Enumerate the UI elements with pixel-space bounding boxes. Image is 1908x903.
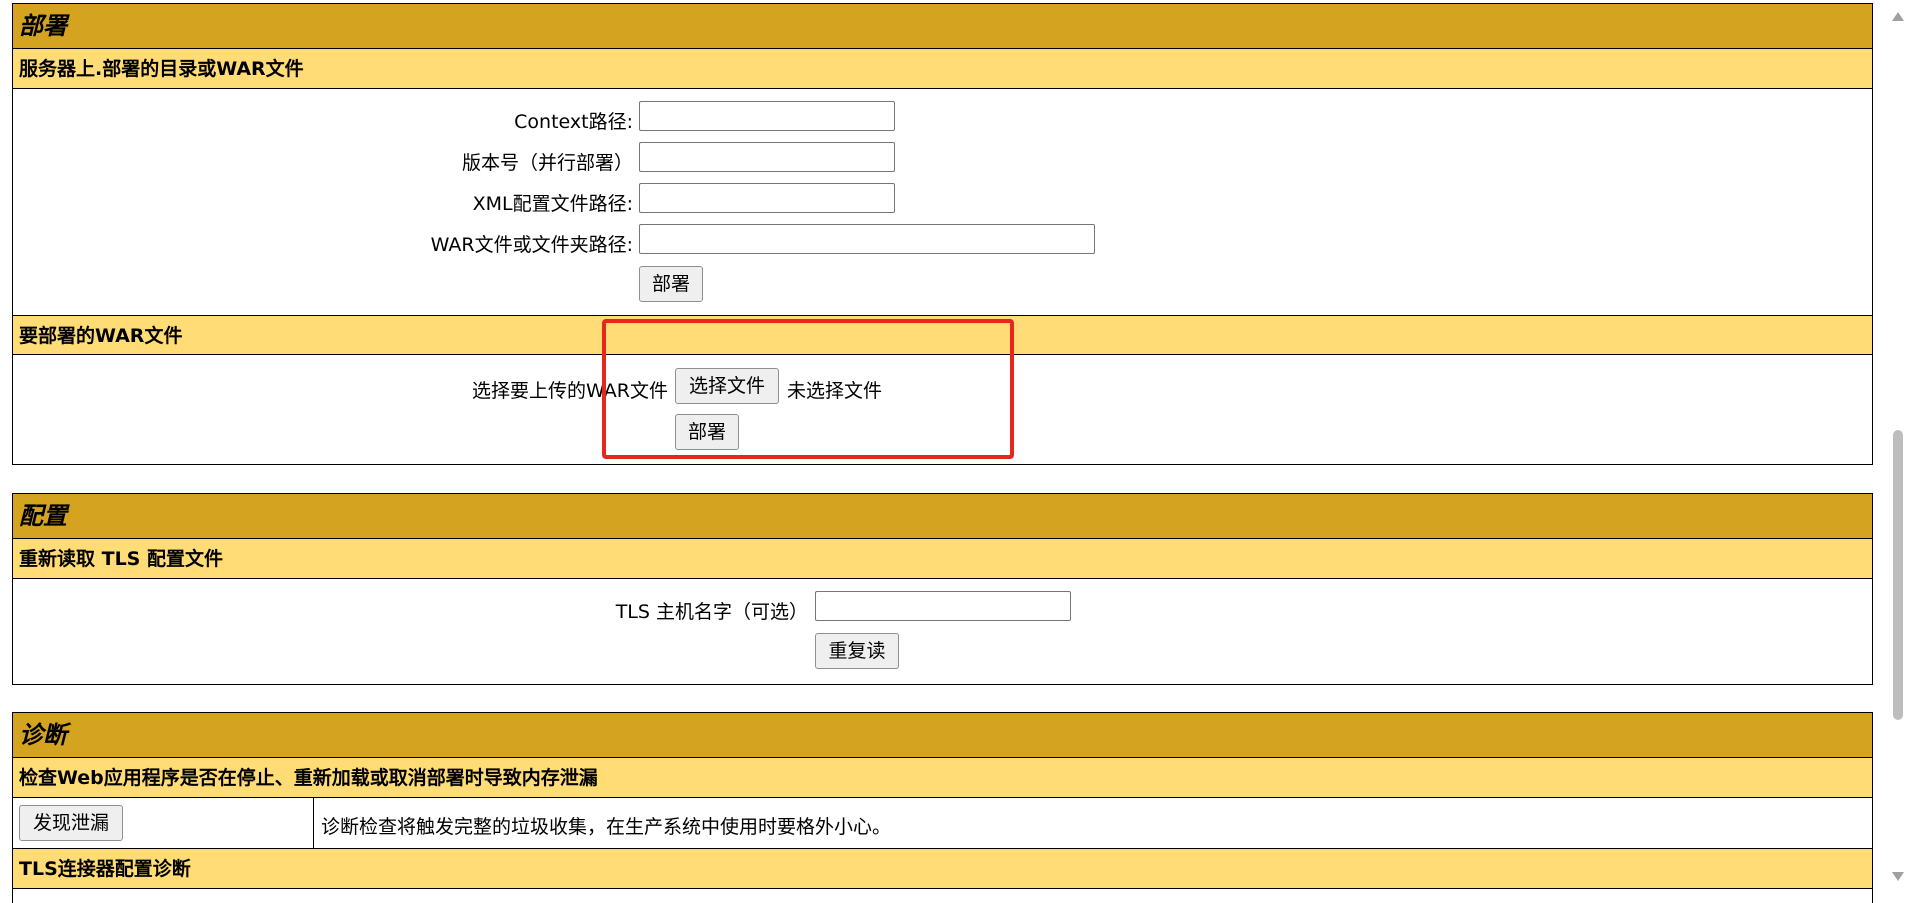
leak-row: 发现泄漏 诊断检查将触发完整的垃圾收集，在生产系统中使用时要格外小心。 [13,798,1872,849]
no-file-chosen-text: 未选择文件 [787,380,883,402]
xml-config-label: XML配置文件路径: [472,193,633,215]
context-path-input[interactable] [639,101,895,131]
server-deploy-subtitle: 服务器上.部署的目录或WAR文件 [13,49,1872,89]
choose-file-button[interactable]: 选择文件 [675,368,779,404]
reload-tls-button[interactable]: 重复读 [815,633,899,669]
tls-host-input[interactable] [815,591,1071,621]
deploy-war-button[interactable]: 部署 [675,414,739,450]
manager-page: 部署 服务器上.部署的目录或WAR文件 Context路径: 版本号（并行部署）… [0,0,1888,903]
diagnostics-title: 诊断 [13,713,1872,758]
find-leaks-button[interactable]: 发现泄漏 [19,805,123,841]
version-label: 版本号（并行部署） [461,152,633,174]
scroll-down-arrow-icon[interactable] [1892,872,1904,881]
tls-diagnostics-subtitle: TLS连接器配置诊断 [13,849,1872,889]
xml-config-input[interactable] [639,183,895,213]
scroll-up-arrow-icon[interactable] [1892,12,1904,21]
choose-war-label: 选择要上传的WAR文件 [472,380,668,402]
deploy-panel: 部署 服务器上.部署的目录或WAR文件 Context路径: 版本号（并行部署）… [12,3,1873,465]
config-title: 配置 [13,494,1872,539]
context-path-label: Context路径: [514,111,633,133]
tls-reload-subtitle: 重新读取 TLS 配置文件 [13,539,1872,579]
leak-description: 诊断检查将触发完整的垃圾收集，在生产系统中使用时要格外小心。 [321,816,892,838]
deploy-directory-button[interactable]: 部署 [639,266,703,302]
scroll-thumb[interactable] [1893,430,1903,720]
war-path-label: WAR文件或文件夹路径: [430,234,633,256]
diagnostics-panel: 诊断 检查Web应用程序是否在停止、重新加载或取消部署时导致内存泄漏 发现泄漏 … [12,712,1873,903]
upload-war-subtitle: 要部署的WAR文件 [13,315,1872,355]
deploy-title: 部署 [13,4,1872,49]
version-input[interactable] [639,142,895,172]
memory-leak-subtitle: 检查Web应用程序是否在停止、重新加载或取消部署时导致内存泄漏 [13,758,1872,798]
vertical-scrollbar[interactable] [1888,0,1908,891]
config-panel: 配置 重新读取 TLS 配置文件 TLS 主机名字（可选） 重复读 [12,493,1873,685]
tls-host-label: TLS 主机名字（可选） [615,601,808,623]
war-path-input[interactable] [639,224,1095,254]
